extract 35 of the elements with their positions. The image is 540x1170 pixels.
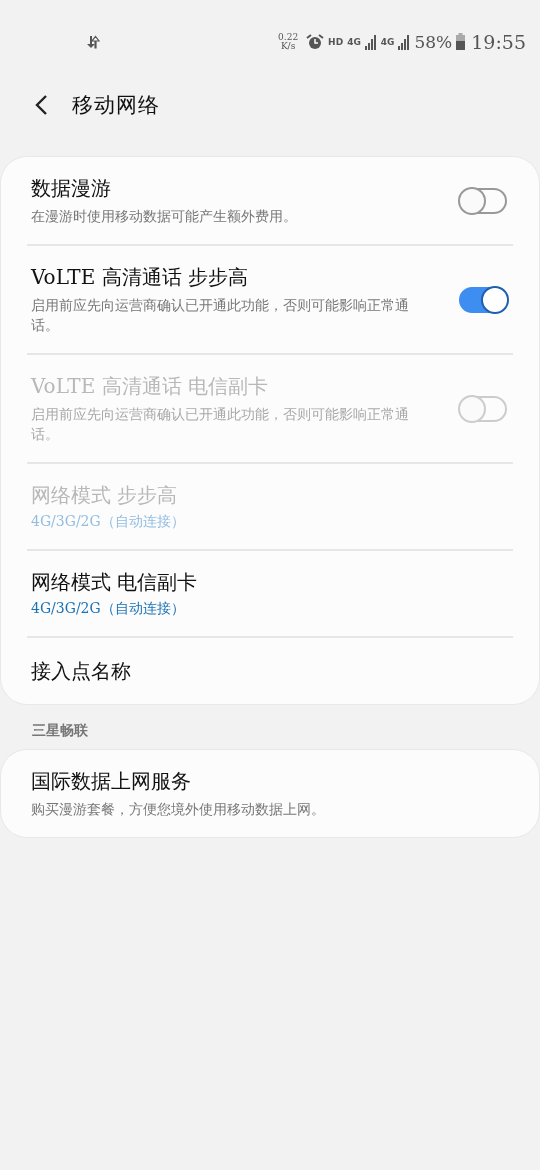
data-transfer-icon bbox=[86, 34, 100, 49]
back-icon[interactable] bbox=[34, 94, 48, 116]
data-speed: 0.22 bbox=[278, 32, 299, 42]
settings-item[interactable]: VoLTE 高清通话 步步高 启用前应先向运营商确认已开通此功能，否则可能影响正常通话。 bbox=[31, 246, 509, 353]
item-description: 启用前应先向运营商确认已开通此功能，否则可能影响正常通话。 bbox=[31, 405, 410, 444]
section-header: 三星畅联 bbox=[31, 721, 89, 740]
settings-item[interactable]: 国际数据上网服务 购买漫游套餐，方便您境外使用移动数据上网。 bbox=[31, 750, 509, 837]
item-value: 4G/3G/2G（自动连接） bbox=[31, 513, 185, 531]
signal-icon bbox=[364, 33, 377, 50]
toggle-switch[interactable] bbox=[459, 286, 507, 313]
battery-percent: 58% bbox=[414, 31, 453, 52]
network-label: 4G bbox=[380, 36, 395, 47]
item-title: 网络模式 电信副卡 bbox=[31, 569, 198, 596]
item-title: 接入点名称 bbox=[31, 657, 131, 685]
settings-item[interactable]: 网络模式 电信副卡 4G/3G/2G（自动连接） bbox=[31, 551, 509, 636]
item-title: 网络模式 步步高 bbox=[31, 482, 179, 509]
toggle-switch[interactable] bbox=[459, 187, 507, 214]
item-title: 国际数据上网服务 bbox=[31, 768, 192, 795]
item-title: VoLTE 高清通话 电信副卡 bbox=[31, 373, 269, 400]
item-description: 在漫游时使用移动数据可能产生额外费用。 bbox=[31, 207, 297, 226]
item-title: VoLTE 高清通话 步步高 bbox=[31, 264, 249, 291]
item-title: 数据漫游 bbox=[31, 175, 112, 202]
signal-icon bbox=[398, 33, 411, 50]
alarm-icon bbox=[306, 32, 325, 51]
network-label: 4G bbox=[347, 36, 361, 47]
item-description: 启用前应先向运营商确认已开通此功能，否则可能影响正常通话。 bbox=[31, 296, 410, 335]
page-title: 移动网络 bbox=[72, 92, 160, 119]
data-speed-unit: K/s bbox=[280, 41, 296, 51]
clock: 19:55 bbox=[471, 30, 526, 53]
battery-icon bbox=[456, 33, 466, 50]
hd-label: HD bbox=[328, 36, 344, 47]
item-description: 购买漫游套餐，方便您境外使用移动数据上网。 bbox=[31, 800, 325, 819]
item-value: 4G/3G/2G（自动连接） bbox=[31, 600, 186, 618]
settings-item[interactable]: 接入点名称 bbox=[31, 638, 509, 704]
settings-item[interactable]: 数据漫游 在漫游时使用移动数据可能产生额外费用。 bbox=[31, 157, 509, 244]
